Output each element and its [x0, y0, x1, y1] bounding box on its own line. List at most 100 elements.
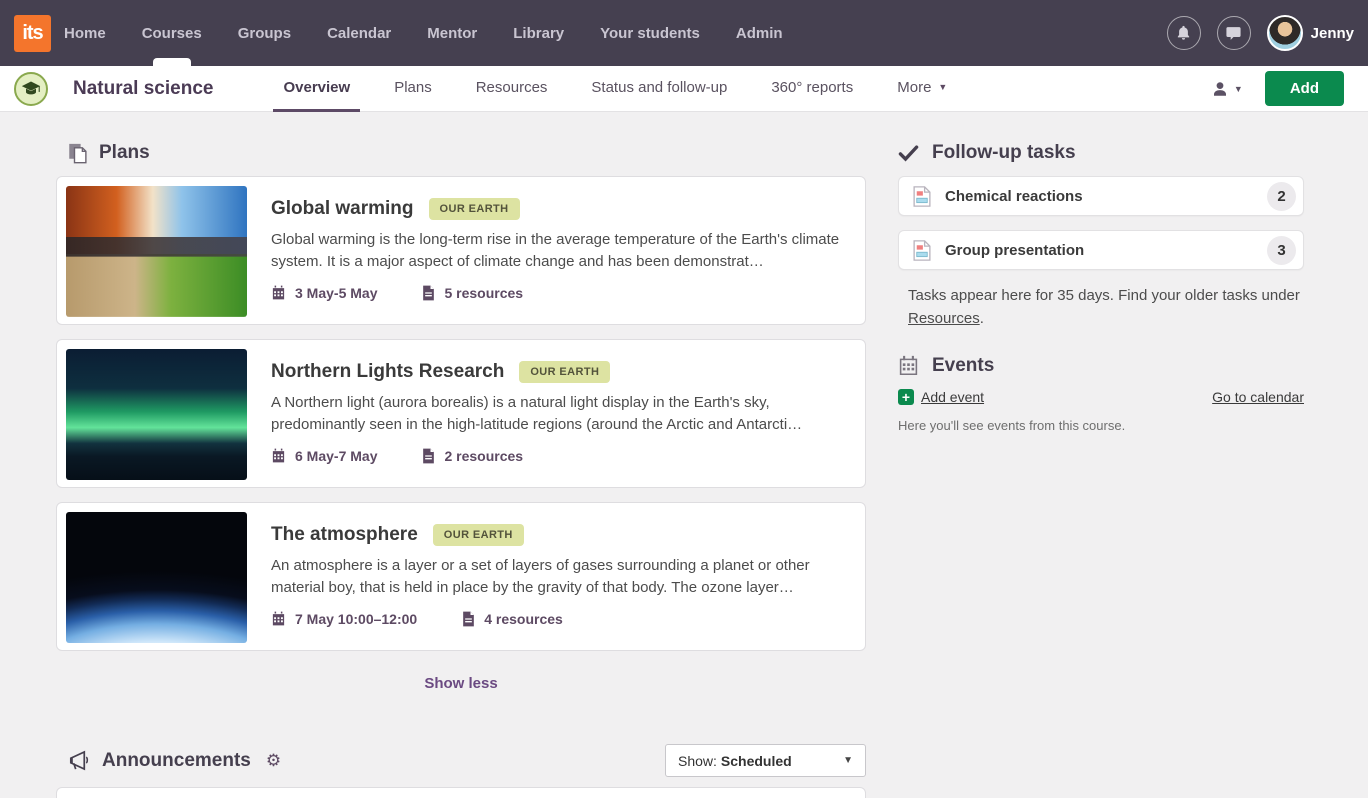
- nav-item-admin[interactable]: Admin: [736, 25, 783, 42]
- assignment-icon: [913, 240, 931, 261]
- active-nav-indicator: [153, 58, 191, 66]
- calendar-icon: [271, 611, 286, 626]
- announcements-heading: Announcements: [102, 750, 251, 772]
- plan-title[interactable]: Global warming: [271, 198, 414, 220]
- plan-description: An atmosphere is a layer or a set of lay…: [271, 555, 856, 599]
- plan-date-label: 7 May 10:00–12:00: [295, 611, 417, 627]
- course-tabs: Overview Plans Resources Status and foll…: [261, 66, 969, 112]
- document-icon: [462, 611, 475, 627]
- plan-date: 7 May 10:00–12:00: [271, 611, 417, 627]
- plan-card-body: The atmosphere OUR EARTH An atmosphere i…: [271, 512, 856, 641]
- nav-item-calendar[interactable]: Calendar: [327, 25, 391, 42]
- nav-item-groups[interactable]: Groups: [238, 25, 291, 42]
- course-title: Natural science: [73, 78, 213, 100]
- checkmark-icon: [898, 145, 919, 162]
- participants-menu-button[interactable]: ▼: [1211, 80, 1243, 98]
- top-navigation-bar: its Home Courses Groups Calendar Mentor …: [0, 0, 1368, 66]
- announcements-settings-gear-icon[interactable]: ⚙: [266, 752, 281, 769]
- plan-resources-label: 2 resources: [444, 448, 523, 464]
- calendar-icon: [898, 355, 919, 376]
- plus-icon: +: [898, 389, 914, 405]
- main-menu: Home Courses Groups Calendar Mentor Libr…: [64, 25, 819, 42]
- megaphone-icon: [68, 750, 91, 771]
- tab-status-follow-up[interactable]: Status and follow-up: [581, 66, 737, 112]
- plans-section-header: Plans: [56, 142, 866, 164]
- filter-value: Scheduled: [721, 753, 792, 769]
- tab-more-label: More: [897, 79, 931, 96]
- tab-resources[interactable]: Resources: [466, 66, 558, 112]
- plan-resources: 5 resources: [422, 285, 523, 301]
- plan-description: Global warming is the long-term rise in …: [271, 229, 856, 273]
- course-bar-right: ▼ Add: [1211, 71, 1344, 106]
- plan-date-label: 3 May-5 May: [295, 285, 377, 301]
- notifications-button[interactable]: [1167, 16, 1201, 50]
- plan-title[interactable]: Northern Lights Research: [271, 361, 504, 383]
- course-icon[interactable]: [14, 72, 48, 106]
- plans-heading: Plans: [99, 142, 150, 164]
- events-section-header: Events: [898, 355, 1304, 377]
- chevron-down-icon: ▼: [938, 82, 947, 92]
- course-header-bar: Natural science Overview Plans Resources…: [0, 66, 1368, 112]
- task-count-badge: 2: [1267, 182, 1296, 211]
- person-icon: [1211, 80, 1229, 98]
- document-icon: [422, 448, 435, 464]
- followup-note-period: .: [980, 310, 984, 327]
- tab-plans[interactable]: Plans: [384, 66, 442, 112]
- task-chemical-reactions[interactable]: Chemical reactions 2: [898, 176, 1304, 216]
- nav-item-library[interactable]: Library: [513, 25, 564, 42]
- followup-note: Tasks appear here for 35 days. Find your…: [908, 284, 1304, 331]
- plan-card-global-warming[interactable]: Global warming OUR EARTH Global warming …: [56, 176, 866, 325]
- followup-heading: Follow-up tasks: [932, 142, 1076, 164]
- calendar-icon: [271, 285, 286, 300]
- plan-resources-label: 4 resources: [484, 611, 563, 627]
- user-avatar[interactable]: [1267, 15, 1303, 51]
- add-button[interactable]: Add: [1265, 71, 1344, 106]
- plan-description: A Northern light (aurora borealis) is a …: [271, 392, 856, 436]
- chat-bubble-icon: [1225, 25, 1242, 42]
- events-actions-row: + Add event Go to calendar: [898, 389, 1304, 405]
- task-count-badge: 3: [1267, 236, 1296, 265]
- nav-item-mentor[interactable]: Mentor: [427, 25, 477, 42]
- tab-360-reports[interactable]: 360° reports: [761, 66, 863, 112]
- plans-column: Plans Global warming OUR EARTH Global wa…: [56, 142, 866, 798]
- chevron-down-icon: ▼: [843, 755, 853, 766]
- resources-link[interactable]: Resources: [908, 310, 980, 327]
- itslearning-logo[interactable]: its: [14, 15, 51, 52]
- announcements-filter-dropdown[interactable]: Show: Scheduled ▼: [665, 744, 866, 777]
- plan-card-northern-lights[interactable]: Northern Lights Research OUR EARTH A Nor…: [56, 339, 866, 488]
- followup-note-text: Tasks appear here for 35 days. Find your…: [908, 287, 1300, 304]
- events-heading: Events: [932, 355, 994, 377]
- tab-more[interactable]: More ▼: [887, 66, 957, 112]
- plan-card-the-atmosphere[interactable]: The atmosphere OUR EARTH An atmosphere i…: [56, 502, 866, 651]
- announcement-card: [56, 787, 866, 798]
- messages-button[interactable]: [1217, 16, 1251, 50]
- plan-date-label: 6 May-7 May: [295, 448, 377, 464]
- plans-pages-icon: [68, 143, 88, 164]
- add-event-label[interactable]: Add event: [921, 389, 984, 405]
- calendar-icon: [271, 448, 286, 463]
- nav-item-your-students[interactable]: Your students: [600, 25, 700, 42]
- main-content: Plans Global warming OUR EARTH Global wa…: [0, 112, 1368, 798]
- nav-item-courses[interactable]: Courses: [142, 25, 202, 42]
- bell-icon: [1175, 24, 1192, 42]
- tab-overview[interactable]: Overview: [273, 66, 360, 112]
- plan-resources: 4 resources: [462, 611, 563, 627]
- plan-image-northern-lights: [66, 349, 247, 480]
- topic-badge: OUR EARTH: [519, 361, 610, 383]
- topic-badge: OUR EARTH: [429, 198, 520, 220]
- nav-right-controls: Jenny: [1151, 15, 1354, 51]
- task-title: Chemical reactions: [945, 188, 1083, 205]
- topic-badge: OUR EARTH: [433, 524, 524, 546]
- sidebar-column: Follow-up tasks Chemical reactions 2 Gro…: [898, 142, 1304, 798]
- plan-resources-label: 5 resources: [444, 285, 523, 301]
- goto-calendar-link[interactable]: Go to calendar: [1212, 389, 1304, 405]
- followup-section-header: Follow-up tasks: [898, 142, 1304, 164]
- nav-item-home[interactable]: Home: [64, 25, 106, 42]
- document-icon: [422, 285, 435, 301]
- show-less-link[interactable]: Show less: [56, 675, 866, 692]
- user-name[interactable]: Jenny: [1311, 25, 1354, 42]
- add-event-button[interactable]: + Add event: [898, 389, 984, 405]
- plan-title[interactable]: The atmosphere: [271, 524, 418, 546]
- task-group-presentation[interactable]: Group presentation 3: [898, 230, 1304, 270]
- plan-card-body: Global warming OUR EARTH Global warming …: [271, 186, 856, 315]
